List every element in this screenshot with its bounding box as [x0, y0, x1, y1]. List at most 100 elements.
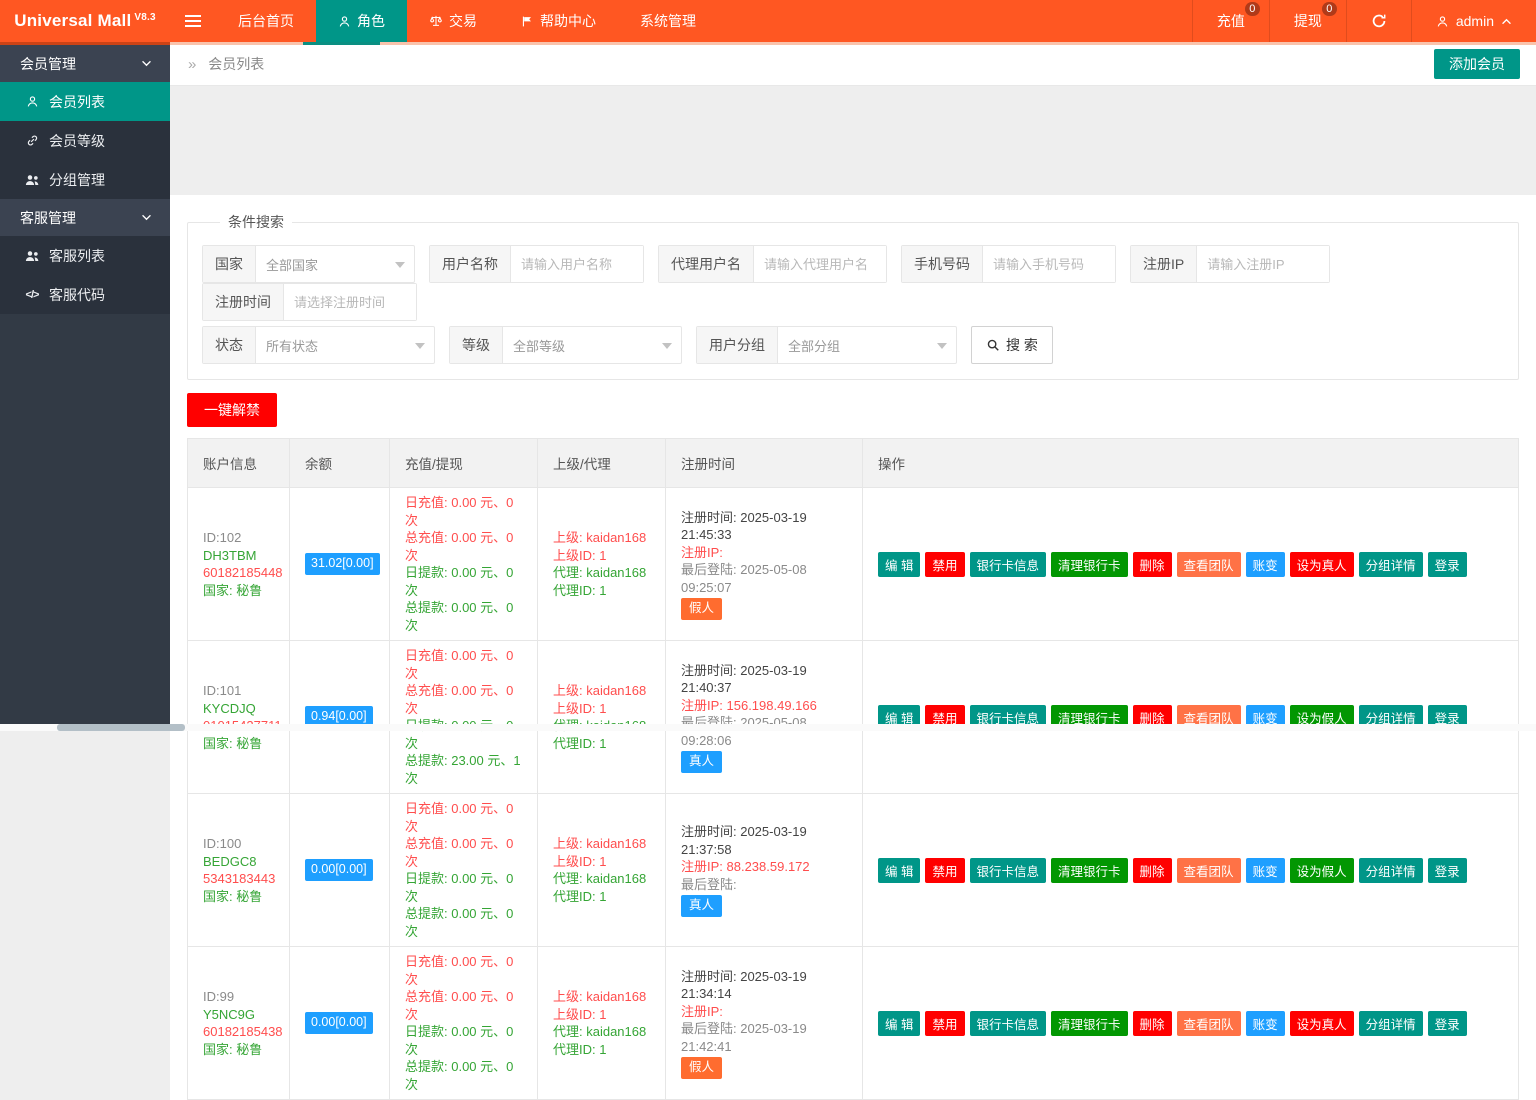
row-action-button[interactable]: 查看团队 — [1177, 552, 1241, 577]
agent-line: 代理ID: 1 — [553, 1041, 650, 1059]
register-line: 最后登陆: 2025-05-08 09:28:06 — [681, 714, 847, 749]
agent-line: 代理: kaidan168 — [553, 1023, 650, 1041]
filter-input[interactable] — [754, 246, 886, 282]
content-gap — [170, 86, 1536, 195]
row-action-button[interactable]: 登录 — [1428, 552, 1467, 577]
recharge-line: 日充值: 0.00 元、0次 — [405, 494, 522, 529]
top-action-label: 充值 — [1217, 11, 1245, 31]
row-action-button[interactable]: 禁用 — [925, 858, 964, 883]
filter-input[interactable] — [1197, 246, 1329, 282]
row-action-button[interactable]: 设为假人 — [1290, 858, 1354, 883]
row-action-button[interactable]: 账变 — [1246, 552, 1285, 577]
refresh-button[interactable] — [1346, 0, 1411, 42]
sidebar-item-label: 客服代码 — [49, 285, 105, 305]
actions-cell: 编 辑禁用银行卡信息清理银行卡删除查看团队账变设为真人分组详情登录 — [863, 488, 1519, 641]
user-menu[interactable]: admin — [1411, 0, 1536, 42]
search-button[interactable]: 搜 索 — [971, 326, 1053, 364]
top-nav-item[interactable]: 后台首页 — [216, 0, 316, 42]
table-body: ID:102DH3TBM60182185448国家: 秘鲁31.02[0.00]… — [188, 488, 1519, 1100]
row-action-button[interactable]: 分组详情 — [1359, 552, 1423, 577]
filter-select[interactable]: 全部国家 — [256, 246, 414, 282]
filter-label: 国家 — [203, 246, 256, 282]
recharge-line: 日充值: 0.00 元、0次 — [405, 953, 522, 988]
sidebar-item[interactable]: 分组管理 — [0, 160, 170, 199]
row-action-button[interactable]: 删除 — [1133, 858, 1172, 883]
filter-select[interactable]: 全部等级 — [503, 327, 681, 363]
row-action-button[interactable]: 删除 — [1133, 552, 1172, 577]
top-nav-label: 交易 — [449, 11, 477, 31]
withdraw-link[interactable]: 提现0 — [1269, 0, 1346, 42]
row-action-button[interactable]: 禁用 — [925, 552, 964, 577]
row-action-button[interactable]: 登录 — [1428, 1011, 1467, 1036]
row-action-button[interactable]: 分组详情 — [1359, 858, 1423, 883]
filter-input[interactable] — [511, 246, 643, 282]
recharge-line: 总提款: 0.00 元、0次 — [405, 1058, 522, 1093]
account-line: DH3TBM — [203, 547, 274, 565]
register-line: 注册时间: 2025-03-19 21:37:58 — [681, 823, 847, 858]
filter-select[interactable]: 所有状态 — [256, 327, 434, 363]
dropdown-arrow-icon — [937, 343, 947, 349]
filter-input[interactable] — [284, 284, 416, 320]
add-member-button[interactable]: 添加会员 — [1434, 49, 1520, 79]
count-badge: 0 — [1245, 2, 1260, 16]
row-action-button[interactable]: 银行卡信息 — [970, 552, 1047, 577]
unban-all-button[interactable]: 一键解禁 — [187, 393, 277, 427]
users-icon — [24, 174, 40, 186]
sidebar-item-label: 会员列表 — [49, 92, 105, 112]
top-nav-item[interactable]: 角色 — [316, 0, 407, 42]
row-action-button[interactable]: 编 辑 — [878, 858, 920, 883]
register-line: 注册IP: — [681, 1003, 847, 1021]
recharge-link[interactable]: 充值0 — [1192, 0, 1269, 42]
agent-cell: 上级: kaidan168上级ID: 1代理: kaidan168代理ID: 1 — [538, 641, 666, 794]
row-action-button[interactable]: 清理银行卡 — [1051, 552, 1128, 577]
row-action-button[interactable]: 清理银行卡 — [1051, 1011, 1128, 1036]
top-nav-item[interactable]: 帮助中心 — [499, 0, 618, 42]
sidebar-section-toggle[interactable]: 会员管理 — [0, 45, 170, 82]
horizontal-scrollbar[interactable] — [0, 724, 1536, 731]
user-icon — [1436, 15, 1449, 28]
sidebar-item[interactable]: 客服列表 — [0, 236, 170, 275]
menu-toggle-icon[interactable] — [170, 0, 216, 42]
content-panel: 条件搜索 国家全部国家用户名称代理用户名手机号码注册IP注册时间 状态所有状态等… — [170, 195, 1536, 1100]
recharge-withdraw-cell: 日充值: 0.00 元、0次总充值: 0.00 元、0次日提款: 0.00 元、… — [390, 641, 538, 794]
row-action-button[interactable]: 编 辑 — [878, 1011, 920, 1036]
sidebar-item[interactable]: 会员列表 — [0, 82, 170, 121]
recharge-line: 总充值: 0.00 元、0次 — [405, 835, 522, 870]
user-icon — [24, 95, 40, 108]
row-action-button[interactable]: 登录 — [1428, 858, 1467, 883]
user-name: admin — [1456, 13, 1494, 29]
agent-line: 上级ID: 1 — [553, 1006, 650, 1024]
agent-line: 代理ID: 1 — [553, 735, 650, 753]
row-action-button[interactable]: 设为真人 — [1290, 1011, 1354, 1036]
row-action-button[interactable]: 禁用 — [925, 1011, 964, 1036]
balance-badge: 31.02[0.00] — [305, 553, 380, 575]
recharge-withdraw-cell: 日充值: 0.00 元、0次总充值: 0.00 元、0次日提款: 0.00 元、… — [390, 947, 538, 1100]
sidebar-item[interactable]: 会员等级 — [0, 121, 170, 160]
filter-group: 注册时间 — [202, 283, 417, 321]
sidebar-item[interactable]: </> 客服代码 — [0, 275, 170, 314]
row-action-button[interactable]: 银行卡信息 — [970, 858, 1047, 883]
row-action-button[interactable]: 设为真人 — [1290, 552, 1354, 577]
chevron-up-icon — [1501, 18, 1512, 25]
row-action-button[interactable]: 账变 — [1246, 1011, 1285, 1036]
top-nav-label: 角色 — [357, 11, 385, 31]
agent-line: 上级: kaidan168 — [553, 835, 650, 853]
table-header-cell: 账户信息 — [188, 439, 290, 488]
top-nav-item[interactable]: 交易 — [407, 0, 499, 42]
row-action-button[interactable]: 账变 — [1246, 858, 1285, 883]
agent-line: 上级: kaidan168 — [553, 988, 650, 1006]
row-action-button[interactable]: 分组详情 — [1359, 1011, 1423, 1036]
account-info-cell: ID:101KYCDJQ01015427711国家: 秘鲁 — [188, 641, 290, 794]
row-action-button[interactable]: 查看团队 — [1177, 858, 1241, 883]
row-action-button[interactable]: 编 辑 — [878, 552, 920, 577]
row-action-button[interactable]: 银行卡信息 — [970, 1011, 1047, 1036]
sidebar-section-toggle[interactable]: 客服管理 — [0, 199, 170, 236]
top-nav-item[interactable]: 系统管理 — [618, 0, 718, 42]
scrollbar-thumb[interactable] — [57, 724, 185, 731]
filter-input[interactable] — [983, 246, 1115, 282]
row-action-button[interactable]: 清理银行卡 — [1051, 858, 1128, 883]
row-action-button[interactable]: 删除 — [1133, 1011, 1172, 1036]
filter-select[interactable]: 全部分组 — [778, 327, 956, 363]
code-icon: </> — [24, 289, 40, 301]
row-action-button[interactable]: 查看团队 — [1177, 1011, 1241, 1036]
